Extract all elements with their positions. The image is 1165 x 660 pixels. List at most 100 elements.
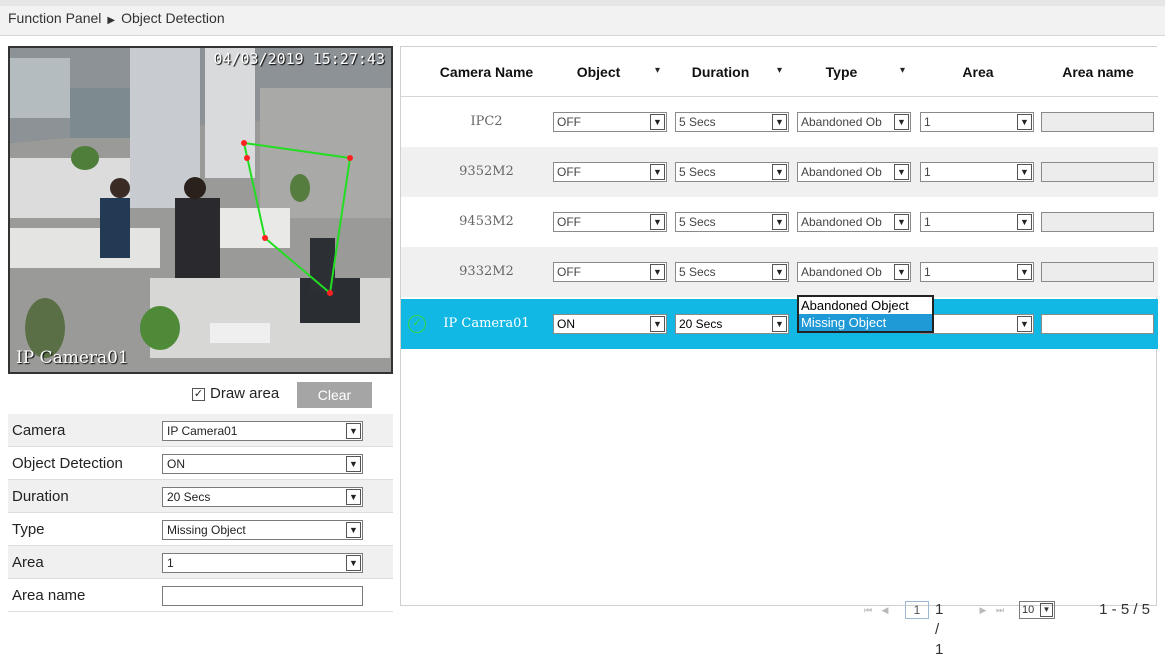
object-select[interactable]: ON ▼ <box>553 314 667 334</box>
type-option-missing[interactable]: Missing Object <box>799 314 932 331</box>
chevron-down-icon[interactable]: ▼ <box>650 164 665 180</box>
type-select[interactable]: Abandoned Ob ▼ <box>797 112 911 132</box>
sort-icon[interactable]: ▾ <box>900 47 905 97</box>
chevron-down-icon[interactable]: ▼ <box>1017 214 1032 230</box>
page-size-select[interactable]: 10 ▼ <box>1019 601 1055 619</box>
area-name-input[interactable] <box>1041 162 1154 182</box>
chevron-down-icon[interactable]: ▼ <box>650 214 665 230</box>
first-page-icon[interactable]: ⏮ <box>861 602 875 618</box>
duration-select[interactable]: 5 Secs ▼ <box>675 112 789 132</box>
video-scene <box>10 48 391 372</box>
duration-select-value: 5 Secs <box>679 115 716 129</box>
chevron-down-icon[interactable]: ▼ <box>346 555 361 571</box>
area-name-input[interactable] <box>1041 112 1154 132</box>
type-select[interactable]: Missing Object ▼ <box>162 520 363 540</box>
form-row-camera: Camera IP Camera01 ▼ <box>8 414 393 447</box>
chevron-down-icon[interactable]: ▼ <box>772 114 787 130</box>
chevron-down-icon[interactable]: ▼ <box>894 214 909 230</box>
chevron-down-icon[interactable]: ▼ <box>772 264 787 280</box>
area-select[interactable]: 1 ▼ <box>920 162 1034 182</box>
table-row-selected[interactable]: ✓ IP Camera01 ON ▼ 20 Secs ▼ ▼ <box>401 299 1158 349</box>
chevron-down-icon[interactable]: ▼ <box>1017 316 1032 332</box>
area-select[interactable]: 1 ▼ <box>162 553 363 573</box>
chevron-down-icon[interactable]: ▼ <box>650 316 665 332</box>
chevron-down-icon[interactable]: ▼ <box>894 164 909 180</box>
chevron-down-icon[interactable]: ▼ <box>1017 264 1032 280</box>
header-camera-name[interactable]: Camera Name <box>429 47 544 97</box>
last-page-icon[interactable]: ⏭ <box>993 602 1007 618</box>
area-select[interactable]: 1 ▼ <box>920 112 1034 132</box>
clear-button[interactable]: Clear <box>297 382 372 408</box>
chevron-down-icon[interactable]: ▼ <box>346 456 361 472</box>
duration-select[interactable]: 20 Secs ▼ <box>675 314 789 334</box>
header-object[interactable]: Object <box>551 47 646 97</box>
draw-area-label: Draw area <box>210 385 280 402</box>
table-row[interactable]: IPC2 OFF ▼ 5 Secs ▼ Abandoned Ob ▼ 1 ▼ <box>401 97 1158 147</box>
object-select[interactable]: OFF ▼ <box>553 212 667 232</box>
type-select[interactable]: Abandoned Ob ▼ <box>797 212 911 232</box>
type-dropdown-list[interactable]: Abandoned Object Missing Object <box>797 295 934 333</box>
camera-select[interactable]: IP Camera01 ▼ <box>162 421 363 441</box>
area-name-input[interactable] <box>1041 262 1154 282</box>
header-area-name[interactable]: Area name <box>1038 47 1158 97</box>
page-number-input[interactable]: 1 <box>905 601 929 619</box>
duration-select-value: 20 Secs <box>167 490 211 504</box>
object-detection-select[interactable]: ON ▼ <box>162 454 363 474</box>
duration-select[interactable]: 20 Secs ▼ <box>162 487 363 507</box>
chevron-down-icon[interactable]: ▼ <box>346 489 361 505</box>
type-select-value: Abandoned Ob <box>801 215 882 229</box>
object-select-value: OFF <box>557 165 581 179</box>
table-row[interactable]: 9453M2 OFF ▼ 5 Secs ▼ Abandoned Ob ▼ 1 ▼ <box>401 197 1158 247</box>
breadcrumb-root[interactable]: Function Panel <box>8 10 101 26</box>
camera-name-cell: 9352M2 <box>459 164 514 179</box>
duration-select[interactable]: 5 Secs ▼ <box>675 212 789 232</box>
next-page-icon[interactable]: ▶ <box>976 602 990 618</box>
type-select[interactable]: Abandoned Ob ▼ <box>797 262 911 282</box>
page-size-value: 10 <box>1022 604 1035 616</box>
sort-icon[interactable]: ▾ <box>655 47 660 97</box>
prev-page-icon[interactable]: ◀ <box>878 602 892 618</box>
area-name-label: Area name <box>12 587 86 604</box>
chevron-down-icon[interactable]: ▼ <box>894 264 909 280</box>
area-select[interactable]: 1 ▼ <box>920 212 1034 232</box>
chevron-down-icon[interactable]: ▼ <box>346 522 361 538</box>
table-row[interactable]: 9332M2 OFF ▼ 5 Secs ▼ Abandoned Ob ▼ 1 ▼ <box>401 247 1158 297</box>
camera-name-cell: 9332M2 <box>459 264 514 279</box>
breadcrumb: Function Panel ▶ Object Detection <box>0 6 1165 36</box>
header-type[interactable]: Type <box>794 47 889 97</box>
type-select[interactable]: Abandoned Ob ▼ <box>797 162 911 182</box>
chevron-down-icon[interactable]: ▼ <box>772 316 787 332</box>
object-select[interactable]: OFF ▼ <box>553 262 667 282</box>
form-row-duration: Duration 20 Secs ▼ <box>8 480 393 513</box>
type-option-abandoned[interactable]: Abandoned Object <box>799 297 932 314</box>
area-name-input[interactable] <box>1041 212 1154 232</box>
area-select[interactable]: 1 ▼ <box>920 262 1034 282</box>
object-select[interactable]: OFF ▼ <box>553 112 667 132</box>
form-row-area: Area 1 ▼ <box>8 546 393 579</box>
area-name-input[interactable] <box>1041 314 1154 334</box>
chevron-down-icon[interactable]: ▼ <box>772 214 787 230</box>
duration-select[interactable]: 5 Secs ▼ <box>675 162 789 182</box>
duration-select[interactable]: 5 Secs ▼ <box>675 262 789 282</box>
area-name-input[interactable] <box>162 586 363 606</box>
chevron-down-icon[interactable]: ▼ <box>772 164 787 180</box>
chevron-down-icon[interactable]: ▼ <box>1040 603 1053 617</box>
area-select-value: 1 <box>924 215 931 229</box>
area-select[interactable]: ▼ <box>920 314 1034 334</box>
draw-area-checkbox[interactable]: ✓ <box>192 388 205 401</box>
table-row[interactable]: 9352M2 OFF ▼ 5 Secs ▼ Abandoned Ob ▼ 1 ▼ <box>401 147 1158 197</box>
sort-icon[interactable]: ▾ <box>777 47 782 97</box>
object-select[interactable]: OFF ▼ <box>553 162 667 182</box>
chevron-down-icon[interactable]: ▼ <box>1017 164 1032 180</box>
object-detection-label: Object Detection <box>12 455 123 472</box>
chevron-down-icon[interactable]: ▼ <box>1017 114 1032 130</box>
header-duration[interactable]: Duration <box>673 47 768 97</box>
chevron-down-icon[interactable]: ▼ <box>650 114 665 130</box>
duration-select-value: 5 Secs <box>679 165 716 179</box>
header-area[interactable]: Area <box>918 47 1038 97</box>
video-preview[interactable]: 04/03/2019 15:27:43 IP Camera01 <box>8 46 393 374</box>
camera-name-cell: 9453M2 <box>459 214 514 229</box>
chevron-down-icon[interactable]: ▼ <box>346 423 361 439</box>
chevron-down-icon[interactable]: ▼ <box>650 264 665 280</box>
chevron-down-icon[interactable]: ▼ <box>894 114 909 130</box>
